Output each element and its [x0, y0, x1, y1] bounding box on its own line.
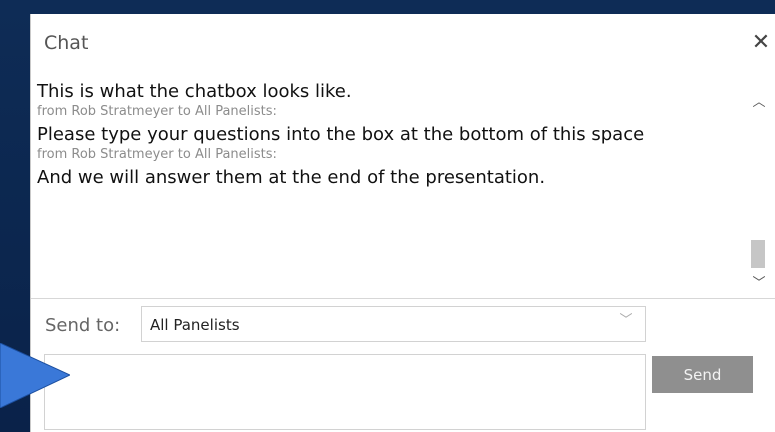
chat-header: Chat ✕	[31, 14, 775, 76]
send-to-label: Send to:	[45, 315, 121, 336]
send-to-dropdown[interactable]: All Panelists ﹀	[141, 306, 646, 342]
chat-message-text: Please type your questions into the box …	[37, 124, 645, 145]
send-to-selected-value: All Panelists	[150, 316, 240, 334]
chat-message-input[interactable]	[44, 354, 646, 430]
scroll-down-icon[interactable]: ﹀	[748, 273, 770, 295]
message-list-content: This is what the chatbox looks like. fro…	[37, 80, 737, 189]
chat-message-text: This is what the chatbox looks like.	[37, 81, 352, 102]
send-to-row: Send to: All Panelists ﹀	[31, 306, 775, 346]
chat-panel: Chat ✕ This is what the chatbox looks li…	[30, 14, 775, 432]
chat-title: Chat	[44, 32, 89, 54]
chevron-down-icon: ﹀	[619, 313, 633, 328]
message-scrollbar[interactable]: ︿ ﹀	[748, 78, 770, 298]
chat-message-sender: from Rob Stratmeyer to All Panelists:	[37, 147, 277, 162]
pointer-arrow-icon	[0, 343, 70, 408]
scroll-up-icon[interactable]: ︿	[748, 92, 770, 114]
chat-message-sender: from Rob Stratmeyer to All Panelists:	[37, 104, 277, 119]
send-button[interactable]: Send	[652, 356, 753, 393]
close-icon[interactable]: ✕	[748, 30, 774, 56]
background-frame: Chat ✕ This is what the chatbox looks li…	[0, 0, 775, 432]
scrollbar-thumb[interactable]	[751, 240, 765, 268]
chat-message-text: And we will answer them at the end of th…	[37, 167, 546, 188]
chat-message-list[interactable]: This is what the chatbox looks like. fro…	[31, 78, 775, 299]
